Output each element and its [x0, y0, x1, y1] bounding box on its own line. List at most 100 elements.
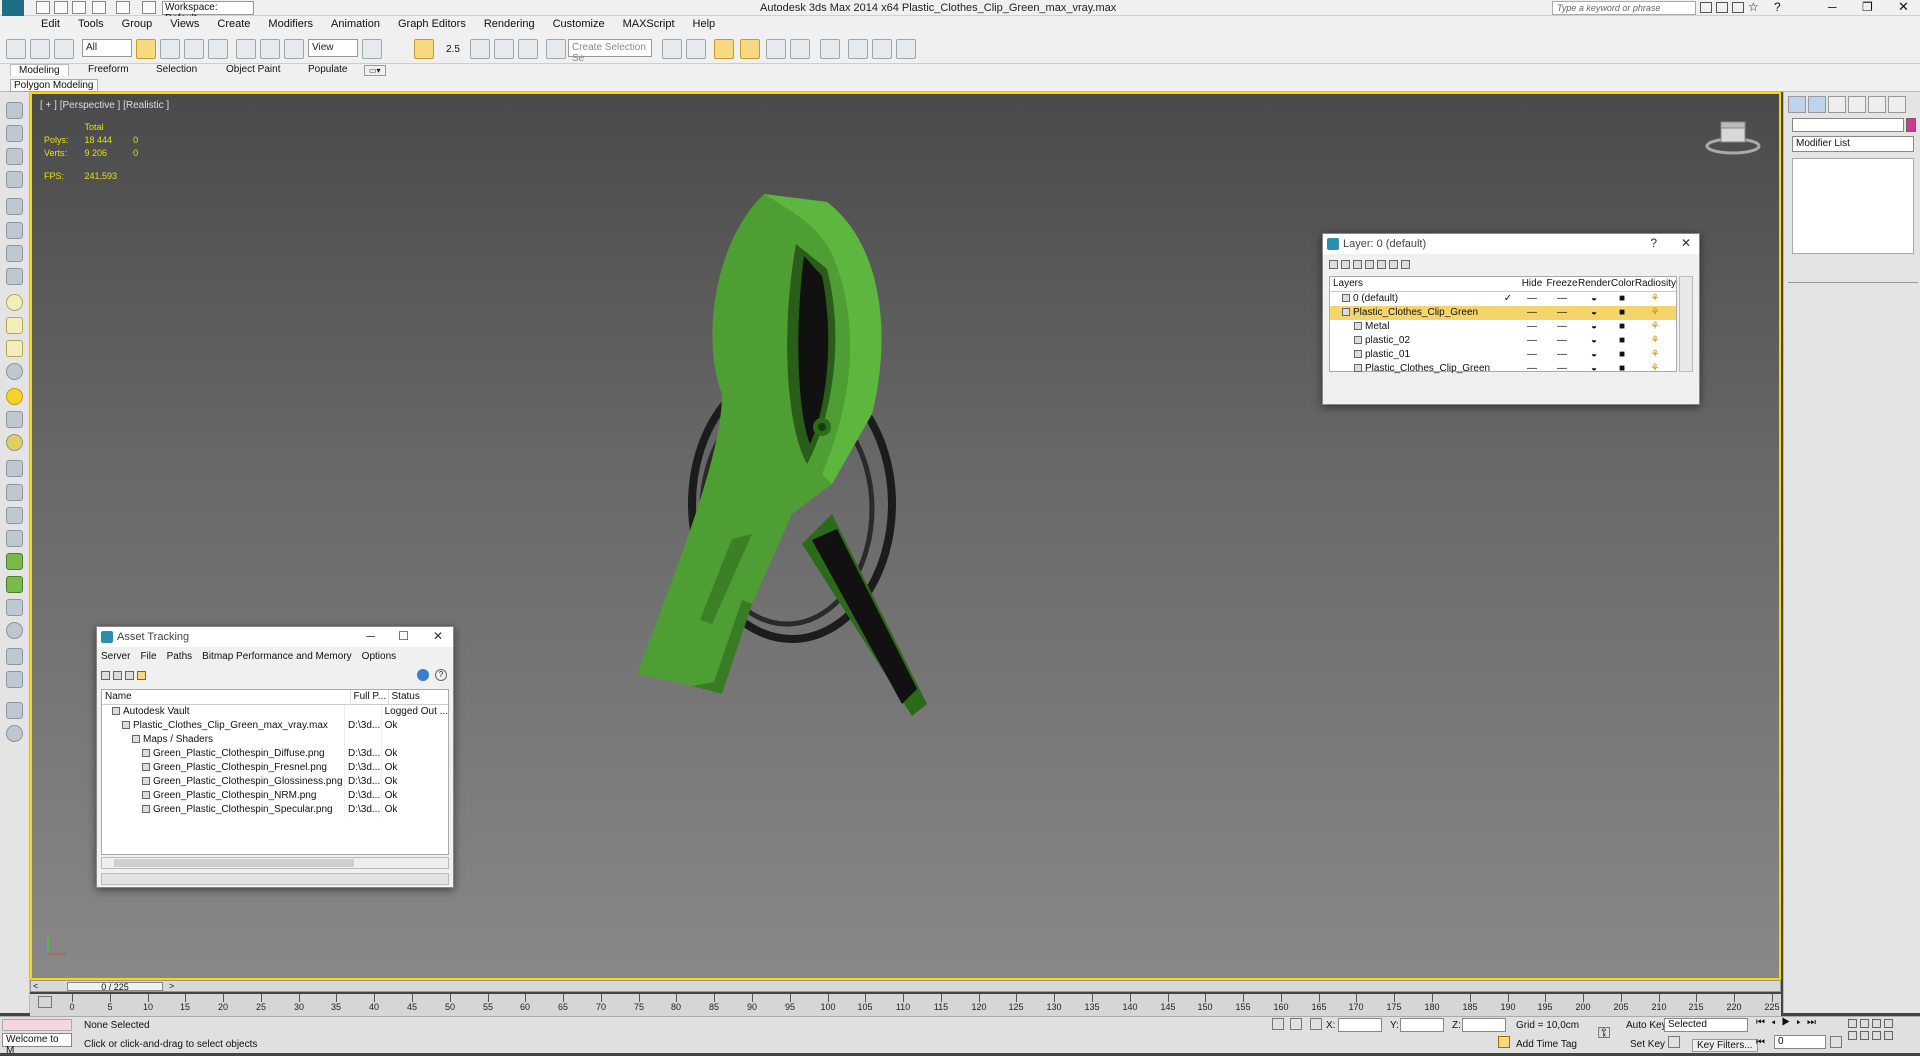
layer-hide-toggle[interactable]: —	[1518, 320, 1546, 334]
foliage-icon[interactable]	[6, 553, 23, 570]
cone-primitive-icon[interactable]	[6, 340, 23, 357]
layer-radiosity-icon[interactable]: ⚘	[1634, 348, 1676, 362]
menu-customize[interactable]: Customize	[544, 16, 614, 32]
open-file-icon[interactable]	[54, 1, 68, 14]
menu-group[interactable]: Group	[113, 16, 162, 32]
layer-close-button[interactable]: ✕	[1681, 236, 1691, 250]
container-icon[interactable]	[6, 648, 23, 665]
layer-current-check[interactable]	[1498, 362, 1518, 376]
modify-tab-icon[interactable]	[1808, 96, 1826, 113]
maxscript-listener[interactable]: Welcome to M	[2, 1033, 72, 1056]
menu-maxscript[interactable]: MAXScript	[614, 16, 684, 32]
layer-row[interactable]: 0 (default) ✓ — — ◒ ■ ⚘	[1330, 292, 1676, 306]
asset-close-button[interactable]: ✕	[433, 629, 443, 643]
menu-create[interactable]: Create	[208, 16, 259, 32]
create-geometry-icon[interactable]	[6, 102, 23, 119]
render-setup-icon[interactable]	[848, 39, 868, 59]
space-warps-icon[interactable]	[6, 222, 23, 239]
col-radiosity[interactable]: Radiosity	[1635, 277, 1676, 291]
redo-icon[interactable]	[116, 1, 130, 14]
ribbon-options-icon[interactable]: ▭▾	[364, 65, 386, 76]
create-cameras-icon[interactable]	[6, 171, 23, 188]
asset-row[interactable]: Plastic_Clothes_Clip_Green_max_vray.max D…	[102, 718, 448, 733]
pan-icon[interactable]	[1860, 1030, 1869, 1040]
spot-light-icon[interactable]	[6, 411, 23, 428]
communication-center-icon[interactable]	[1732, 2, 1744, 13]
viewport-label[interactable]: [ + ] [Perspective ] [Realistic ]	[40, 100, 169, 111]
mirror-icon[interactable]	[662, 39, 682, 59]
key-icon[interactable]	[1668, 1036, 1680, 1048]
layer-help-button[interactable]: ?	[1650, 236, 1657, 250]
tab-selection[interactable]: Selection	[148, 64, 205, 75]
col-full-path[interactable]: Full P...	[350, 690, 389, 704]
material-editor-icon[interactable]	[820, 39, 840, 59]
mini-curve-editor-icon[interactable]	[38, 996, 52, 1008]
move-icon[interactable]	[236, 39, 256, 59]
layer-color-swatch[interactable]: ■	[1610, 348, 1634, 362]
layer-render-teapot-icon[interactable]: ◒	[1578, 334, 1610, 348]
layer-freeze-toggle[interactable]: —	[1546, 348, 1578, 362]
object-color-swatch[interactable]	[1906, 118, 1916, 132]
asset-table-icon[interactable]	[137, 670, 146, 680]
time-slider-track[interactable]: < 0 / 225 >	[30, 980, 1781, 992]
menu-help[interactable]: Help	[684, 16, 725, 32]
binoculars-icon[interactable]	[1700, 2, 1712, 13]
menu-views[interactable]: Views	[161, 16, 208, 32]
layer-color-swatch[interactable]: ■	[1610, 306, 1634, 320]
layer-freeze-toggle[interactable]: —	[1546, 306, 1578, 320]
zoom-icon[interactable]	[1848, 1018, 1857, 1028]
maxscript-mini-pink[interactable]	[2, 1019, 72, 1031]
close-button[interactable]: ✕	[1898, 0, 1909, 15]
menu-modifiers[interactable]: Modifiers	[259, 16, 322, 32]
next-frame-button[interactable]: >	[169, 981, 174, 991]
col-render[interactable]: Render	[1578, 277, 1611, 291]
layer-highlight-icon[interactable]	[1377, 259, 1386, 269]
layer-hide-toggle[interactable]: —	[1518, 362, 1546, 376]
layer-row[interactable]: Plastic_Clothes_Clip_Green — — ◒ ■ ⚘	[1330, 362, 1676, 376]
percent-snap-icon[interactable]	[494, 39, 514, 59]
curve-editor-icon[interactable]	[766, 39, 786, 59]
select-and-manipulate-icon[interactable]	[414, 39, 434, 59]
time-tag-icon[interactable]	[1498, 1036, 1510, 1048]
col-name[interactable]: Name	[102, 690, 351, 704]
asset-list-icon[interactable]	[113, 670, 122, 680]
schematic-view-icon[interactable]	[790, 39, 810, 59]
layer-color-swatch[interactable]: ■	[1610, 362, 1634, 376]
key-mode-icon[interactable]: ⏮	[1756, 1037, 1765, 1048]
create-lights-icon[interactable]	[6, 148, 23, 165]
y-coord-field[interactable]	[1400, 1018, 1444, 1032]
rotate-icon[interactable]	[260, 39, 280, 59]
next-key-icon[interactable]: ▸	[1796, 1017, 1807, 1028]
teapot-icon[interactable]	[6, 268, 23, 285]
asset-row[interactable]: Green_Plastic_Clothespin_Glossiness.png D…	[102, 774, 448, 789]
set-key-mode-icon[interactable]: ⚿	[1598, 1025, 1610, 1043]
align-icon[interactable]	[686, 39, 706, 59]
omni-light-icon[interactable]	[6, 388, 23, 405]
grid-icon[interactable]	[6, 671, 23, 688]
save-file-icon[interactable]	[72, 1, 86, 14]
menu-edit[interactable]: Edit	[32, 16, 69, 32]
maximize-viewport-icon[interactable]	[1884, 1030, 1893, 1040]
layer-hide-toggle[interactable]: —	[1518, 348, 1546, 362]
asset-row[interactable]: Green_Plastic_Clothespin_Fresnel.png D:\3…	[102, 760, 448, 775]
layer-row[interactable]: Metal — — ◒ ■ ⚘	[1330, 320, 1676, 334]
named-selection-set-select[interactable]: Create Selection Se	[568, 39, 652, 64]
layer-hide-toggle[interactable]: —	[1518, 334, 1546, 348]
goto-end-icon[interactable]: ⏭	[1807, 1017, 1822, 1028]
asset-row[interactable]: Autodesk Vault Logged Out ...	[102, 704, 448, 719]
help-circle-icon[interactable]	[6, 725, 23, 742]
tree-icon[interactable]	[6, 576, 23, 593]
rectangular-selection-icon[interactable]	[184, 39, 204, 59]
field-of-view-icon[interactable]	[1848, 1030, 1857, 1040]
layer-window-scrollbar[interactable]	[1679, 276, 1693, 372]
utilities-tab-icon[interactable]	[1888, 96, 1906, 113]
col-status[interactable]: Status	[388, 690, 448, 704]
layer-radiosity-icon[interactable]: ⚘	[1634, 306, 1676, 320]
motion-tab-icon[interactable]	[1848, 96, 1866, 113]
layer-radiosity-icon[interactable]: ⚘	[1634, 292, 1676, 306]
menu-animation[interactable]: Animation	[322, 16, 389, 32]
app-logo-icon[interactable]	[2, 0, 24, 16]
key-filters-button[interactable]: Key Filters...	[1692, 1039, 1758, 1052]
ring-icon[interactable]	[6, 434, 23, 451]
prev-key-icon[interactable]: ◂	[1771, 1017, 1782, 1028]
